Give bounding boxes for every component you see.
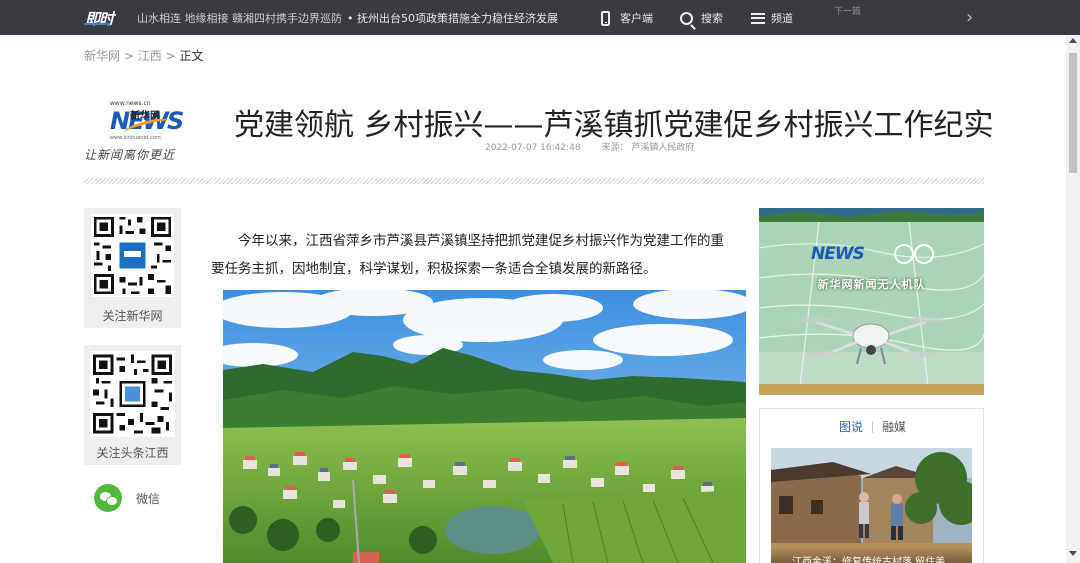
wechat-icon <box>94 484 122 512</box>
next-article-arrow-icon[interactable]: › <box>966 8 980 28</box>
article-title: 党建领航 乡村振兴——芦溪镇抓党建促乡村振兴工作纪实 <box>234 108 994 143</box>
qr-code-graphic <box>91 214 174 297</box>
ticker-headline-2[interactable]: • 抚州出台50项政策措施全力稳住经济发展 <box>347 10 558 26</box>
brand-url-bottom: www.xinhuanet.com <box>110 135 161 141</box>
drone-banner-logo: NEWS <box>811 244 865 264</box>
brand-slogan: 让新闻离你更近 <box>84 148 176 162</box>
follow-xinhua-label: 关注新华网 <box>102 309 163 323</box>
media-thumbnail-caption: 江西金溪：修复传统古村落 留住美 <box>771 547 972 563</box>
top-navigation-bar: 即时 山水相连 地缘相接 赣湘四村携手边界巡防 • 抚州出台50项政策措施全力稳… <box>0 0 1080 35</box>
follow-toutiao-label: 关注头条江西 <box>96 446 169 460</box>
article-lead-paragraph: 今年以来，江西省萍乡市芦溪县芦溪镇坚持把抓党建促乡村振兴作为党建工作的重要任务主… <box>211 233 724 277</box>
article-aerial-village-photo <box>223 290 746 563</box>
toutiao-qr-code <box>90 351 175 437</box>
xinhua-qr-code <box>91 214 174 297</box>
instant-news-logo[interactable]: 即时 <box>85 8 114 29</box>
search-button[interactable]: 搜索 <box>680 9 723 27</box>
phone-icon <box>601 10 610 26</box>
client-app-label: 客户端 <box>620 12 653 25</box>
logo-underline <box>84 23 110 25</box>
breadcrumb-home-link[interactable]: 新华网 <box>84 49 120 63</box>
breadcrumb: 新华网 > 江西 > 正文 <box>84 47 203 64</box>
next-article-label[interactable]: 下一篇 <box>834 4 861 17</box>
article-datetime: 2022-07-07 16:42:48 <box>485 143 581 153</box>
aerial-village-image <box>223 290 746 563</box>
page-scrollbar[interactable] <box>1066 35 1080 563</box>
breadcrumb-current: 正文 <box>179 49 204 63</box>
scroll-up-arrow-icon[interactable] <box>1069 38 1077 43</box>
article-source-label: 来源： <box>601 143 629 153</box>
qr-code-graphic <box>90 351 175 437</box>
ticker-headline-1[interactable]: 山水相连 地缘相接 赣湘四村携手边界巡防 <box>137 10 342 26</box>
tab-convergence-media[interactable]: 融媒 <box>873 418 915 435</box>
article-source: 芦溪镇人民政府 <box>631 143 695 153</box>
client-app-link[interactable]: 客户端 <box>601 9 653 27</box>
article-meta: 2022-07-07 16:42:48 来源： 芦溪镇人民政府 <box>485 140 694 153</box>
wechat-share-button[interactable]: 微信 <box>94 484 160 512</box>
xinhua-brand-logo[interactable]: www.news.cn NEWS 新华网 www.xinhuanet.com 让… <box>84 100 184 166</box>
tab-photo-story[interactable]: 图说 <box>830 418 872 435</box>
drone-banner-image <box>759 208 984 395</box>
menu-icon <box>751 12 765 24</box>
header-divider <box>84 178 984 184</box>
scroll-down-arrow-icon[interactable] <box>1069 551 1077 556</box>
drone-banner-caption: 新华网新闻无人机队 <box>817 278 926 291</box>
wechat-label: 微信 <box>136 491 161 506</box>
channels-menu-button[interactable]: 频道 <box>751 9 793 27</box>
breadcrumb-separator: > <box>123 49 134 63</box>
drone-team-banner[interactable]: NEWS 新华网新闻无人机队 <box>759 208 984 395</box>
media-thumbnail[interactable]: 江西金溪：修复传统古村落 留住美 <box>771 448 972 563</box>
search-label: 搜索 <box>701 12 723 25</box>
breadcrumb-separator: > <box>165 49 176 63</box>
channels-label: 频道 <box>771 12 793 25</box>
media-box: 图说 融媒 江西金溪：修复传统古村落 留住美 <box>759 408 984 563</box>
brand-url-top: www.news.cn <box>110 100 151 107</box>
search-icon <box>680 11 693 25</box>
qr-card-toutiao[interactable]: 关注头条江西 <box>84 345 181 465</box>
breadcrumb-section-link[interactable]: 江西 <box>138 49 162 63</box>
scroll-thumb[interactable] <box>1069 53 1077 173</box>
qr-card-xinhua[interactable]: 关注新华网 <box>84 208 181 328</box>
media-tabs: 图说 融媒 <box>760 418 985 435</box>
old-village-image <box>771 448 972 563</box>
